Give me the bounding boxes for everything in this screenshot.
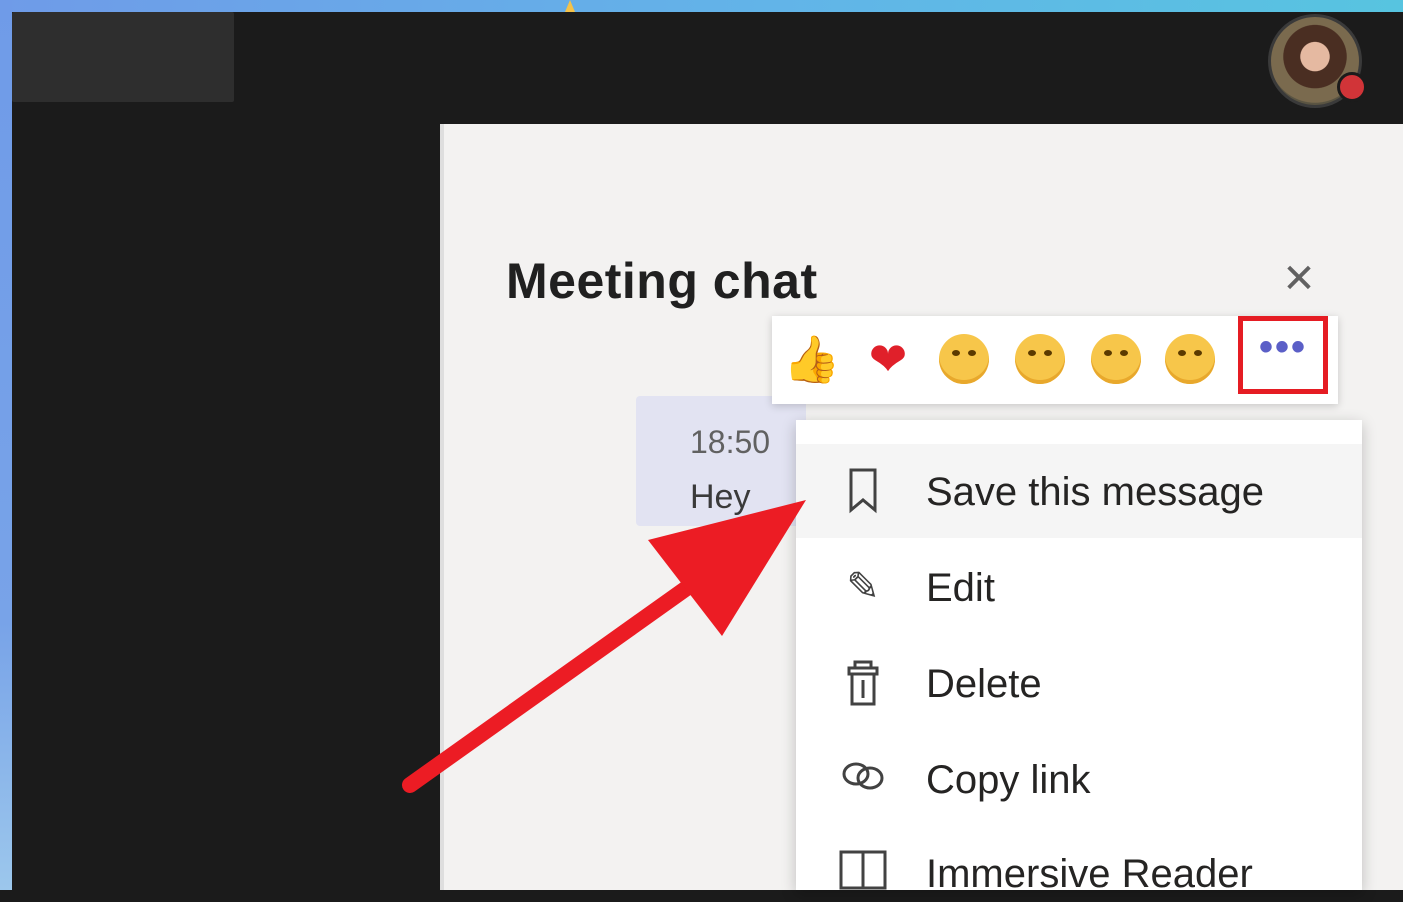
annotation-arrow-shaft — [402, 567, 713, 793]
annotation-arrow-head — [648, 500, 806, 636]
annotation-arrow — [402, 500, 806, 793]
